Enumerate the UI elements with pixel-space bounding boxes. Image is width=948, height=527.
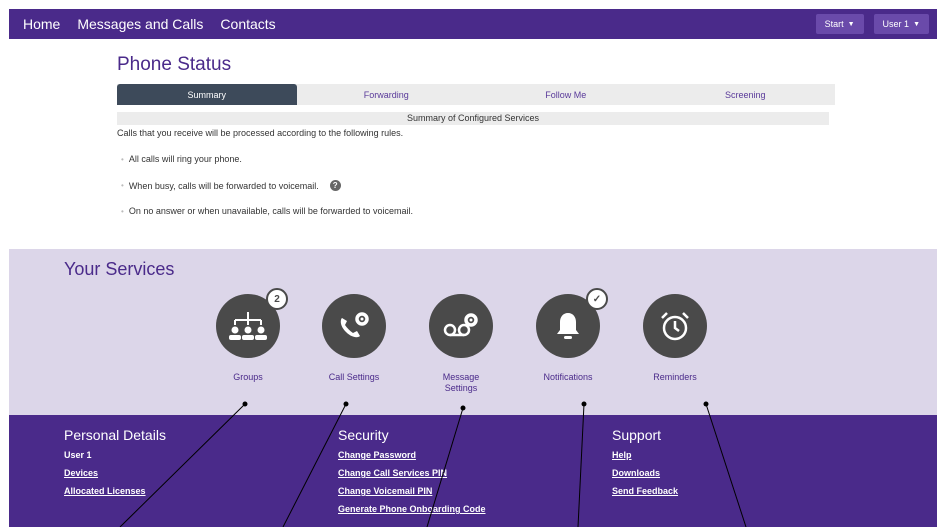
tab-summary[interactable]: Summary [117,84,297,105]
footer-security: Security Change Password Change Call Ser… [338,427,486,522]
tab-follow-me[interactable]: Follow Me [476,84,656,105]
nav-messages-and-calls[interactable]: Messages and Calls [77,16,203,32]
generate-phone-onboarding-code-link[interactable]: Generate Phone Onboarding Code [338,504,486,514]
rule-item: • All calls will ring your phone. [121,154,242,164]
service-call-settings[interactable]: Call Settings [304,294,404,383]
downloads-link[interactable]: Downloads [612,468,678,478]
footer-support: Support Help Downloads Send Feedback [612,427,678,504]
service-circle: 2 [216,288,288,358]
rule-item: • On no answer or when unavailable, call… [121,206,413,216]
groups-icon [229,312,267,340]
service-circle [643,294,707,358]
call-settings-icon [340,312,369,338]
nav-contacts[interactable]: Contacts [220,16,275,32]
service-circle: ✓ [536,288,608,358]
footer-heading: Personal Details [64,427,166,443]
page-title: Phone Status [117,54,232,75]
service-label: Reminders [653,372,697,382]
nav-right-group: Start ▼ User 1 ▼ [815,14,929,34]
rule-text: All calls will ring your phone. [128,154,242,164]
nav-home[interactable]: Home [23,16,60,32]
change-password-link[interactable]: Change Password [338,450,486,460]
bullet-icon: • [121,154,124,164]
service-circle [322,294,386,358]
service-circle [429,294,493,358]
help-icon[interactable]: ? [329,180,341,191]
count-badge: 2 [266,288,288,310]
service-message-settings[interactable]: Message Settings [411,294,511,394]
check-badge-icon: ✓ [586,288,608,310]
bullet-icon: • [121,206,124,216]
user-label: User 1 [882,19,910,29]
footer-heading: Support [612,427,662,443]
alarm-clock-icon [661,312,689,341]
summary-header: Summary of Configured Services [117,112,829,125]
footer: Personal Details User 1 Devices Allocate… [9,415,937,527]
rule-text: When busy, calls will be forwarded to vo… [128,180,319,191]
top-navbar: Home Messages and Calls Contacts Start ▼… [9,9,937,39]
footer-personal-details: Personal Details User 1 Devices Allocate… [64,427,166,504]
service-label: Groups [233,372,263,382]
allocated-licenses-link[interactable]: Allocated Licenses [64,486,166,496]
start-dropdown-button[interactable]: Start ▼ [815,14,864,34]
service-label: Message Settings [442,372,480,393]
start-label: Start [824,19,844,29]
rules-intro: Calls that you receive will be processed… [117,128,404,138]
service-notifications[interactable]: ✓ Notifications [518,288,618,383]
your-services-section: Your Services 2 Groups Call Settings Mes… [9,249,937,415]
bell-icon [557,313,579,339]
service-label: Call Settings [328,372,380,382]
phone-status-tabs: Summary Forwarding Follow Me Screening [117,84,835,105]
change-call-services-pin-link[interactable]: Change Call Services PIN [338,468,486,478]
service-label: Notifications [543,372,593,382]
voicemail-settings-icon [443,313,478,337]
tab-forwarding[interactable]: Forwarding [297,84,477,105]
service-groups[interactable]: 2 Groups [198,288,298,383]
tab-screening[interactable]: Screening [656,84,836,105]
service-reminders[interactable]: Reminders [625,294,725,383]
services-title: Your Services [64,259,175,279]
chevron-down-icon: ▼ [847,20,855,28]
phone-status-panel: Phone Status Summary Forwarding Follow M… [9,39,937,249]
help-link[interactable]: Help [612,450,678,460]
footer-heading: Security [338,427,389,443]
send-feedback-link[interactable]: Send Feedback [612,486,678,496]
devices-link[interactable]: Devices [64,468,166,478]
rule-text: On no answer or when unavailable, calls … [128,206,413,216]
footer-user-name: User 1 [64,450,92,460]
rule-item: • When busy, calls will be forwarded to … [121,180,341,191]
bullet-icon: • [121,181,124,190]
chevron-down-icon: ▼ [913,20,920,28]
change-voicemail-pin-link[interactable]: Change Voicemail PIN [338,486,486,496]
user-dropdown-button[interactable]: User 1 ▼ [873,14,929,34]
